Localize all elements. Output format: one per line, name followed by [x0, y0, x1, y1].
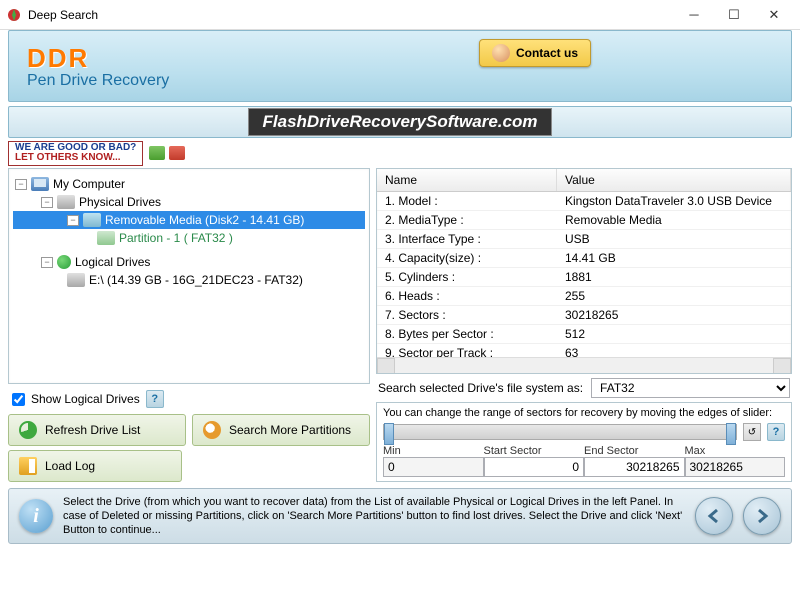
maximize-button[interactable]: ☐ — [714, 1, 754, 29]
property-name: 1. Model : — [377, 192, 557, 210]
property-value: 255 — [557, 287, 791, 305]
property-value: 63 — [557, 344, 791, 357]
minimize-button[interactable]: ─ — [674, 1, 714, 29]
grid-header: Name Value — [377, 169, 791, 192]
property-value: 512 — [557, 325, 791, 343]
start-sector-input[interactable] — [484, 457, 585, 477]
banner-url-text: FlashDriveRecoverySoftware.com — [248, 108, 553, 136]
tree-partition[interactable]: Partition - 1 ( FAT32 ) — [13, 229, 365, 247]
brand-subtitle: Pen Drive Recovery — [27, 72, 169, 90]
rating-box[interactable]: WE ARE GOOD OR BAD? LET OTHERS KNOW... — [8, 141, 143, 166]
partition-icon — [97, 231, 115, 245]
drive-tree[interactable]: − My Computer − Physical Drives − Remova… — [8, 168, 370, 384]
horizontal-scrollbar[interactable] — [377, 357, 791, 373]
url-banner: FlashDriveRecoverySoftware.com — [8, 106, 792, 138]
slider-hint: You can change the range of sectors for … — [383, 407, 785, 419]
titlebar: Deep Search ─ ☐ ✕ — [0, 0, 800, 30]
footer-bar: i Select the Drive (from which you want … — [8, 488, 792, 544]
property-name: 2. MediaType : — [377, 211, 557, 229]
table-row[interactable]: 2. MediaType :Removable Media — [377, 211, 791, 230]
footer-text: Select the Drive (from which you want to… — [63, 495, 685, 538]
refresh-drive-list-button[interactable]: Refresh Drive List — [8, 414, 186, 446]
next-button[interactable] — [743, 497, 781, 535]
thumbs-down-icon[interactable] — [169, 146, 185, 160]
end-sector-input[interactable] — [584, 457, 685, 477]
tree-removable-media[interactable]: − Removable Media (Disk2 - 14.41 GB) — [13, 211, 365, 229]
logical-drives-icon — [57, 255, 71, 269]
table-row[interactable]: 3. Interface Type :USB — [377, 230, 791, 249]
table-row[interactable]: 7. Sectors :30218265 — [377, 306, 791, 325]
load-log-button[interactable]: Load Log — [8, 450, 182, 482]
end-label: End Sector — [584, 445, 685, 457]
search-icon — [203, 421, 221, 439]
rating-bar: WE ARE GOOD OR BAD? LET OTHERS KNOW... — [8, 142, 792, 164]
max-sector-input — [685, 457, 786, 477]
property-value: Kingston DataTraveler 3.0 USB Device — [557, 192, 791, 210]
table-row[interactable]: 1. Model :Kingston DataTraveler 3.0 USB … — [377, 192, 791, 211]
help-icon[interactable]: ? — [146, 390, 164, 408]
min-label: Min — [383, 445, 484, 457]
usb-drive-icon — [83, 213, 101, 227]
close-button[interactable]: ✕ — [754, 1, 794, 29]
property-name: 8. Bytes per Sector : — [377, 325, 557, 343]
start-label: Start Sector — [484, 445, 585, 457]
table-row[interactable]: 9. Sector per Track :63 — [377, 344, 791, 357]
main-area: − My Computer − Physical Drives − Remova… — [8, 168, 792, 482]
thumbs-up-icon[interactable] — [149, 146, 165, 160]
drive-icon — [67, 273, 85, 287]
show-logical-label: Show Logical Drives — [31, 392, 140, 406]
refresh-icon — [19, 421, 37, 439]
min-sector-input — [383, 457, 484, 477]
contact-label: Contact us — [516, 46, 578, 60]
app-icon — [6, 7, 22, 23]
contact-us-button[interactable]: Contact us — [479, 39, 591, 67]
tree-physical-drives[interactable]: − Physical Drives — [13, 193, 365, 211]
show-logical-row: Show Logical Drives ? — [8, 388, 370, 410]
table-row[interactable]: 8. Bytes per Sector :512 — [377, 325, 791, 344]
filesystem-select[interactable]: FAT32 — [591, 378, 790, 398]
slider-reset-button[interactable]: ↺ — [743, 423, 761, 441]
property-name: 4. Capacity(size) : — [377, 249, 557, 267]
filesystem-row: Search selected Drive's file system as: … — [376, 378, 792, 398]
slider-help-icon[interactable]: ? — [767, 423, 785, 441]
max-label: Max — [685, 445, 786, 457]
window-title: Deep Search — [28, 8, 674, 22]
property-value: Removable Media — [557, 211, 791, 229]
computer-icon — [31, 177, 49, 191]
avatar-icon — [492, 44, 510, 62]
tree-logical-drives[interactable]: − Logical Drives — [13, 253, 365, 271]
filesystem-label: Search selected Drive's file system as: — [378, 381, 583, 395]
drive-properties-grid: Name Value 1. Model :Kingston DataTravel… — [376, 168, 792, 374]
property-value: 30218265 — [557, 306, 791, 324]
grid-header-name[interactable]: Name — [377, 169, 557, 191]
table-row[interactable]: 4. Capacity(size) :14.41 GB — [377, 249, 791, 268]
app-header: DDR Pen Drive Recovery Contact us — [8, 30, 792, 102]
tree-my-computer[interactable]: − My Computer — [13, 175, 365, 193]
grid-header-value[interactable]: Value — [557, 169, 791, 191]
property-value: USB — [557, 230, 791, 248]
property-name: 3. Interface Type : — [377, 230, 557, 248]
tree-e-drive[interactable]: E:\ (14.39 GB - 16G_21DEC23 - FAT32) — [13, 271, 365, 289]
hdd-icon — [57, 195, 75, 209]
property-value: 14.41 GB — [557, 249, 791, 267]
info-icon: i — [19, 499, 53, 533]
grid-body[interactable]: 1. Model :Kingston DataTraveler 3.0 USB … — [377, 192, 791, 357]
table-row[interactable]: 5. Cylinders :1881 — [377, 268, 791, 287]
show-logical-checkbox[interactable] — [12, 393, 25, 406]
back-button[interactable] — [695, 497, 733, 535]
brand-logo: DDR — [27, 43, 169, 74]
sector-range-box: You can change the range of sectors for … — [376, 402, 792, 482]
property-name: 5. Cylinders : — [377, 268, 557, 286]
sector-slider[interactable] — [383, 424, 737, 440]
property-name: 7. Sectors : — [377, 306, 557, 324]
table-row[interactable]: 6. Heads :255 — [377, 287, 791, 306]
property-name: 9. Sector per Track : — [377, 344, 557, 357]
log-icon — [19, 457, 37, 475]
property-name: 6. Heads : — [377, 287, 557, 305]
property-value: 1881 — [557, 268, 791, 286]
search-more-partitions-button[interactable]: Search More Partitions — [192, 414, 370, 446]
rating-line2: LET OTHERS KNOW... — [15, 153, 136, 164]
